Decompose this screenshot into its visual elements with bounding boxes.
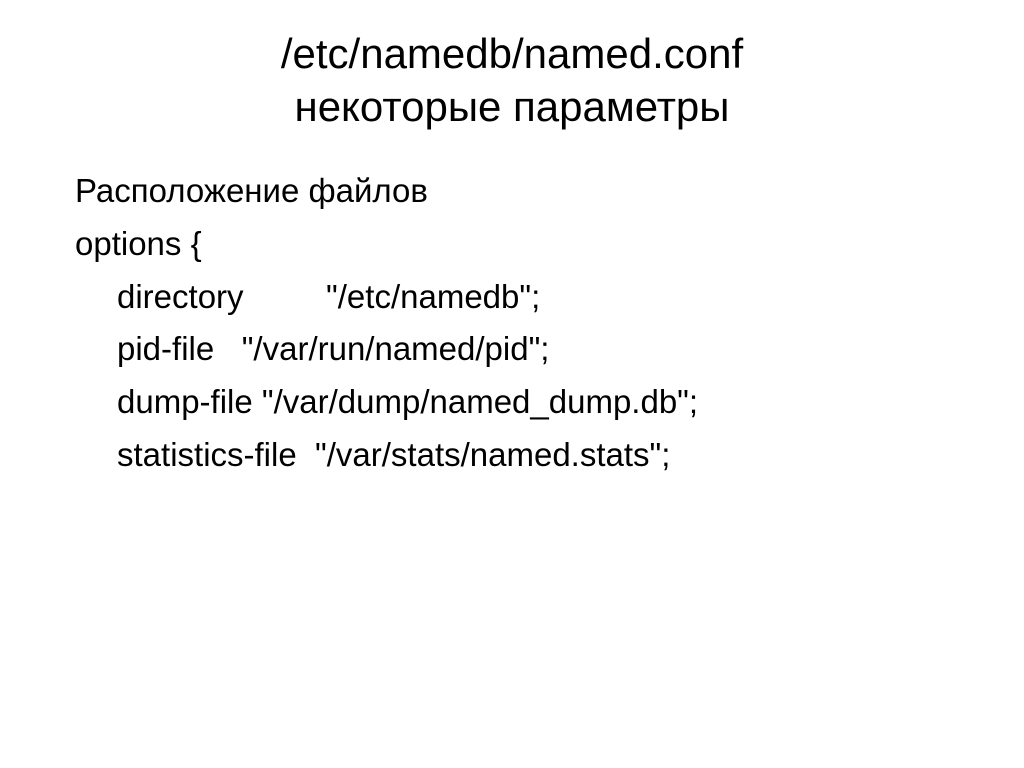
slide-title: /etc/namedb/named.conf некоторые парамет… (75, 28, 949, 133)
body-line-3: directory "/etc/namedb"; (75, 271, 949, 324)
body-line-6: statistics-file "/var/stats/named.stats"… (75, 429, 949, 482)
title-line-1: /etc/namedb/named.conf (75, 28, 949, 81)
slide-container: /etc/namedb/named.conf некоторые парамет… (0, 0, 1024, 768)
body-line-2: options { (75, 218, 949, 271)
body-line-4: pid-file "/var/run/named/pid"; (75, 323, 949, 376)
title-line-2: некоторые параметры (75, 81, 949, 134)
slide-body: Расположение файлов options { directory … (75, 165, 949, 482)
body-line-5: dump-file "/var/dump/named_dump.db"; (75, 376, 949, 429)
body-line-1: Расположение файлов (75, 165, 949, 218)
